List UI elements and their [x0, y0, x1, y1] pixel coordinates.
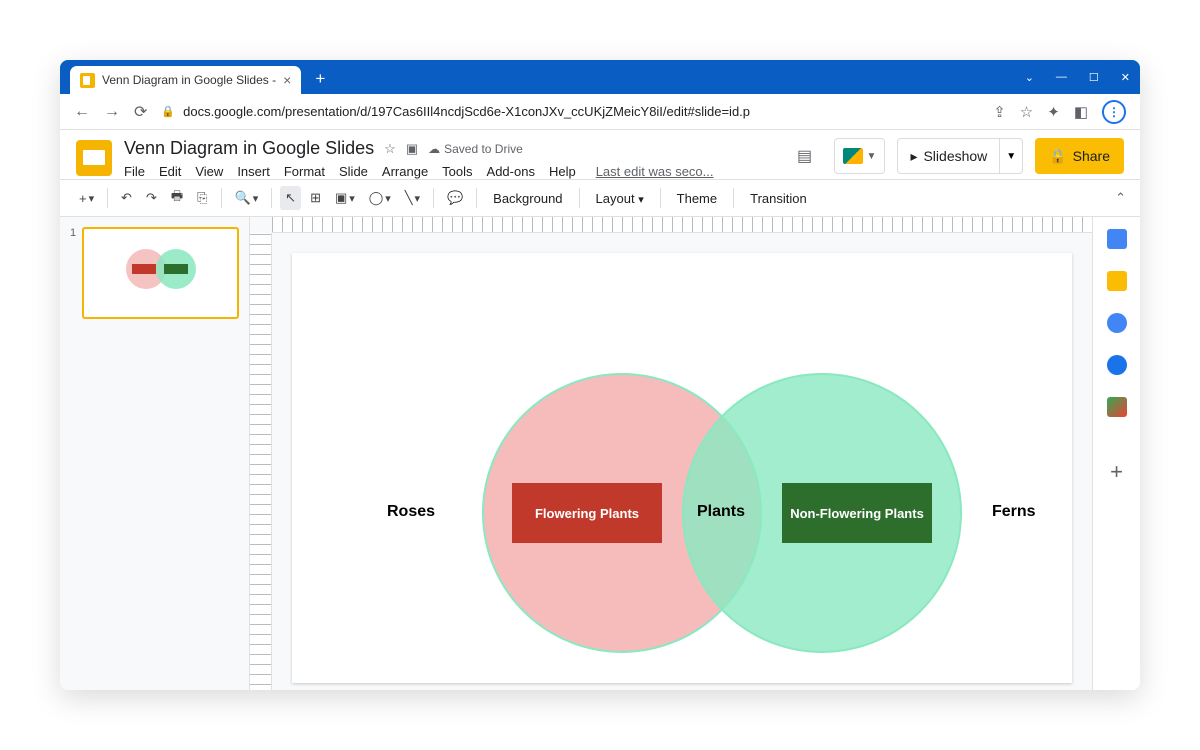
comments-button[interactable]: ▤ — [788, 139, 822, 173]
slideshow-button[interactable]: ▸ Slideshow ▼ — [897, 138, 1023, 174]
layout-button[interactable]: Layout ▾ — [588, 187, 652, 210]
url-input[interactable]: 🔒 docs.google.com/presentation/d/197Cas6… — [161, 104, 979, 119]
url-text: docs.google.com/presentation/d/197Cas6II… — [183, 104, 750, 119]
star-doc-icon[interactable]: ☆ — [384, 141, 396, 157]
share-url-icon[interactable]: ⇪ — [993, 103, 1006, 121]
comment-button[interactable]: 💬 — [442, 186, 468, 210]
menu-edit[interactable]: Edit — [159, 164, 181, 179]
tab-close-icon[interactable]: × — [283, 72, 291, 88]
menu-arrange[interactable]: Arrange — [382, 164, 428, 179]
document-title[interactable]: Venn Diagram in Google Slides — [124, 138, 374, 159]
lock-icon: 🔒 — [161, 105, 175, 118]
calendar-icon[interactable] — [1107, 229, 1127, 249]
transition-button[interactable]: Transition — [742, 187, 815, 210]
menu-file[interactable]: File — [124, 164, 145, 179]
venn-text-right[interactable]: Ferns — [992, 503, 1036, 521]
print-button[interactable]: 🖶 — [166, 183, 188, 213]
new-slide-button[interactable]: + ▾ — [74, 187, 99, 210]
save-status: ☁ Saved to Drive — [428, 142, 523, 156]
browser-tab[interactable]: Venn Diagram in Google Slides - × — [70, 66, 301, 94]
share-button[interactable]: 🔒 Share — [1035, 138, 1124, 174]
slides-favicon-icon — [80, 73, 95, 88]
menu-addons[interactable]: Add-ons — [487, 164, 535, 179]
thumb-number: 1 — [70, 227, 76, 319]
extensions-icon[interactable]: ✦ — [1047, 103, 1060, 121]
text-box-tool[interactable]: ⊞ — [305, 186, 326, 210]
slide-thumbnail[interactable] — [82, 227, 239, 319]
zoom-button[interactable]: 🔍 ▾ — [230, 186, 264, 210]
menu-format[interactable]: Format — [284, 164, 325, 179]
meet-button[interactable]: ▼ — [834, 138, 886, 174]
side-panel: + — [1092, 217, 1140, 690]
browser-more-button[interactable]: ⋮ — [1102, 100, 1126, 124]
menu-slide[interactable]: Slide — [339, 164, 368, 179]
menu-insert[interactable]: Insert — [237, 164, 270, 179]
forward-button[interactable]: → — [104, 103, 120, 121]
chevron-down-icon[interactable]: ⌄ — [1025, 71, 1034, 84]
last-edit-link[interactable]: Last edit was seco... — [596, 164, 714, 179]
venn-text-left[interactable]: Roses — [387, 503, 435, 521]
close-button[interactable]: ✕ — [1121, 71, 1130, 84]
venn-text-center[interactable]: Plants — [697, 503, 745, 521]
slide-canvas[interactable]: Flowering Plants Non-Flowering Plants Ro… — [292, 253, 1072, 683]
slides-logo-icon[interactable] — [76, 140, 112, 176]
reload-button[interactable]: ⟳ — [134, 102, 147, 122]
horizontal-ruler[interactable] — [272, 217, 1092, 233]
image-tool[interactable]: ▣ ▾ — [330, 186, 360, 210]
play-icon: ▸ — [910, 148, 917, 165]
tab-title: Venn Diagram in Google Slides - — [102, 73, 276, 87]
profile-icon[interactable]: ◧ — [1074, 103, 1088, 121]
chevron-down-icon: ▼ — [1006, 151, 1016, 162]
new-tab-button[interactable]: + — [309, 68, 331, 90]
add-addon-button[interactable]: + — [1110, 459, 1123, 485]
browser-titlebar: Venn Diagram in Google Slides - × + ⌄ — … — [60, 60, 1140, 94]
venn-box-left[interactable]: Flowering Plants — [512, 483, 662, 543]
maps-icon[interactable] — [1107, 397, 1127, 417]
line-tool[interactable]: ╲ ▾ — [400, 186, 425, 210]
star-icon[interactable]: ☆ — [1020, 103, 1033, 121]
chevron-down-icon: ▼ — [867, 151, 877, 162]
move-doc-icon[interactable]: ▣ — [406, 141, 418, 157]
tasks-icon[interactable] — [1107, 313, 1127, 333]
menu-help[interactable]: Help — [549, 164, 576, 179]
address-bar: ← → ⟳ 🔒 docs.google.com/presentation/d/1… — [60, 94, 1140, 130]
back-button[interactable]: ← — [74, 103, 90, 121]
redo-button[interactable]: ↷ — [141, 186, 162, 210]
shape-tool[interactable]: ◯ ▾ — [364, 186, 396, 210]
toolbar: + ▾ ↶ ↷ 🖶 ⎘ 🔍 ▾ ↖ ⊞ ▣ ▾ ◯ ▾ ╲ ▾ 💬 Backgr… — [60, 179, 1140, 217]
theme-button[interactable]: Theme — [669, 187, 725, 210]
select-tool[interactable]: ↖ — [280, 186, 301, 210]
toolbar-collapse-icon[interactable]: ⌃ — [1115, 190, 1126, 206]
slide-thumbnails-panel: 1 — [60, 217, 250, 690]
paint-format-button[interactable]: ⎘ — [192, 186, 212, 210]
cloud-icon: ☁ — [428, 142, 440, 156]
menu-tools[interactable]: Tools — [442, 164, 472, 179]
background-button[interactable]: Background — [485, 187, 570, 210]
maximize-button[interactable]: ☐ — [1089, 71, 1099, 84]
menu-view[interactable]: View — [195, 164, 223, 179]
undo-button[interactable]: ↶ — [116, 186, 137, 210]
vertical-ruler[interactable] — [250, 233, 272, 690]
contacts-icon[interactable] — [1107, 355, 1127, 375]
slideshow-dropdown[interactable]: ▼ — [999, 139, 1022, 173]
lock-icon: 🔒 — [1049, 148, 1066, 165]
keep-icon[interactable] — [1107, 271, 1127, 291]
minimize-button[interactable]: — — [1056, 71, 1067, 83]
venn-box-right[interactable]: Non-Flowering Plants — [782, 483, 932, 543]
meet-icon — [843, 148, 863, 164]
